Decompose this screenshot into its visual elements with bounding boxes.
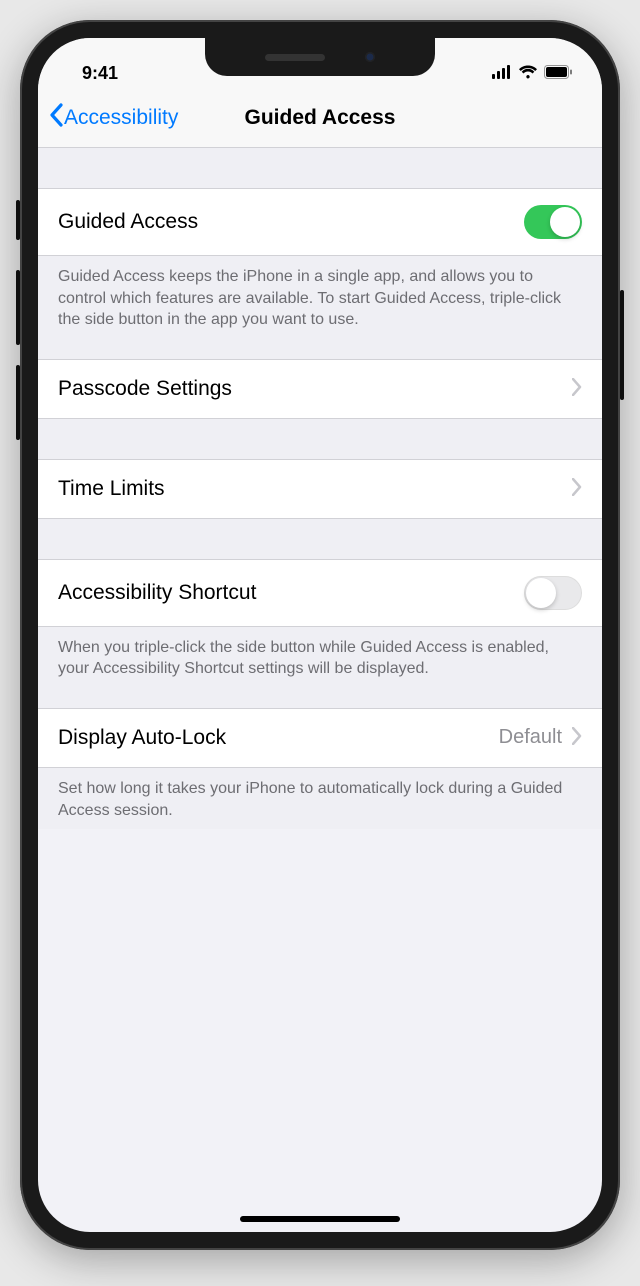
row-right: Default: [499, 725, 582, 751]
volume-up-button: [16, 270, 20, 345]
notch: [205, 38, 435, 76]
back-button[interactable]: Accessibility: [48, 103, 178, 133]
passcode-settings-label: Passcode Settings: [58, 377, 232, 401]
screen: 9:41 Accessibility Guided Acces: [38, 38, 602, 1232]
home-indicator[interactable]: [240, 1216, 400, 1222]
spacer: [38, 519, 602, 559]
settings-content: Guided Access Guided Access keeps the iP…: [38, 148, 602, 829]
display-auto-lock-label: Display Auto-Lock: [58, 726, 226, 750]
status-time: 9:41: [68, 63, 118, 88]
accessibility-shortcut-row[interactable]: Accessibility Shortcut: [38, 559, 602, 627]
wifi-icon: [518, 63, 538, 84]
cellular-signal-icon: [492, 63, 512, 84]
back-label: Accessibility: [64, 106, 178, 130]
phone-frame: 9:41 Accessibility Guided Acces: [20, 20, 620, 1250]
spacer: [38, 419, 602, 459]
display-auto-lock-footer: Set how long it takes your iPhone to aut…: [38, 768, 602, 829]
display-auto-lock-row[interactable]: Display Auto-Lock Default: [38, 708, 602, 768]
accessibility-shortcut-footer: When you triple-click the side button wh…: [38, 627, 602, 688]
guided-access-row[interactable]: Guided Access: [38, 188, 602, 256]
guided-access-footer: Guided Access keeps the iPhone in a sing…: [38, 256, 602, 339]
accessibility-shortcut-label: Accessibility Shortcut: [58, 581, 256, 605]
guided-access-toggle[interactable]: [524, 205, 582, 239]
time-limits-row[interactable]: Time Limits: [38, 459, 602, 519]
guided-access-label: Guided Access: [58, 210, 198, 234]
toggle-knob: [550, 207, 580, 237]
page-title: Guided Access: [245, 106, 396, 130]
battery-icon: [544, 63, 572, 84]
earpiece-speaker: [265, 54, 325, 61]
mute-switch: [16, 200, 20, 240]
front-camera: [365, 52, 375, 62]
chevron-left-icon: [48, 103, 64, 133]
passcode-settings-row[interactable]: Passcode Settings: [38, 359, 602, 419]
chevron-right-icon: [572, 376, 582, 402]
chevron-right-icon: [572, 476, 582, 502]
toggle-knob: [526, 578, 556, 608]
side-button: [620, 290, 624, 400]
display-auto-lock-value: Default: [499, 726, 562, 749]
spacer: [38, 688, 602, 708]
chevron-right-icon: [572, 725, 582, 751]
time-limits-label: Time Limits: [58, 477, 165, 501]
spacer: [38, 148, 602, 188]
navigation-bar: Accessibility Guided Access: [38, 88, 602, 148]
spacer: [38, 339, 602, 359]
status-right: [492, 63, 572, 88]
accessibility-shortcut-toggle[interactable]: [524, 576, 582, 610]
volume-down-button: [16, 365, 20, 440]
